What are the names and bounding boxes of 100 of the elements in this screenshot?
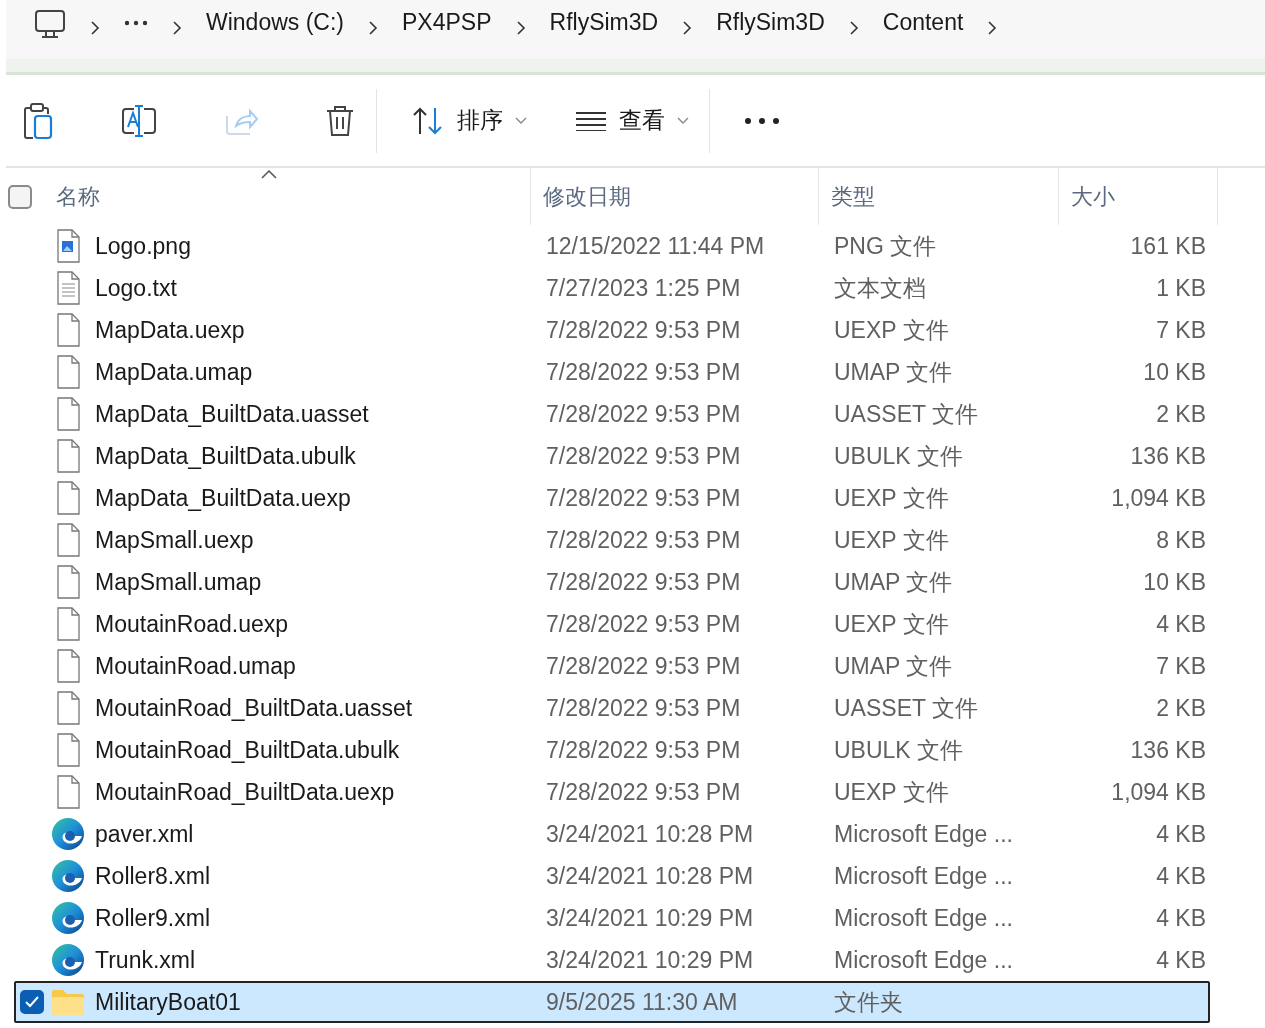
breadcrumb-item[interactable]: Windows (C:) (198, 6, 352, 40)
file-type: PNG 文件 (834, 231, 938, 261)
file-icon (55, 439, 81, 473)
file-name: MapSmall.umap (95, 567, 263, 597)
sort-arrows-icon (411, 105, 445, 136)
edge-icon (51, 943, 85, 977)
file-type: UEXP 文件 (834, 315, 950, 345)
file-name: MapData_BuiltData.uexp (95, 483, 352, 513)
checkmark-icon (25, 996, 39, 1008)
trash-icon (324, 103, 356, 138)
file-icon (55, 565, 81, 599)
modified-date: 7/28/2022 9:53 PM (546, 315, 742, 345)
modified-date: 3/24/2021 10:29 PM (546, 903, 755, 933)
file-row[interactable]: MoutainRoad.umap 7/28/2022 9:53 PM UMAP 文件 7 KB (14, 645, 1210, 687)
file-icon (55, 397, 81, 431)
file-size: 4 KB (1155, 861, 1207, 891)
folder-icon (51, 988, 85, 1016)
file-row[interactable]: MoutainRoad_BuiltData.uasset 7/28/2022 9:53 PM UASSET 文件 2 KB (14, 687, 1210, 729)
file-row[interactable]: MapSmall.umap 7/28/2022 9:53 PM UMAP 文件 10 KB (14, 561, 1210, 603)
edge-icon (51, 859, 85, 893)
file-size: 2 KB (1155, 399, 1207, 429)
file-size: 10 KB (1142, 567, 1207, 597)
file-type: 文本文档 (834, 273, 927, 303)
file-name: Logo.txt (95, 273, 178, 303)
file-name: Logo.png (95, 231, 192, 261)
file-row[interactable]: MoutainRoad_BuiltData.uexp 7/28/2022 9:53 PM UEXP 文件 1,094 KB (14, 771, 1210, 813)
file-row[interactable]: MapData_BuiltData.uexp 7/28/2022 9:53 PM UEXP 文件 1,094 KB (14, 477, 1210, 519)
breadcrumb-item[interactable]: RflySim3D (708, 6, 833, 40)
computer-icon[interactable] (34, 8, 66, 40)
file-row[interactable]: MilitaryBoat01 9/5/2025 11:30 AM 文件夹 (14, 981, 1210, 1023)
file-row[interactable]: Logo.png 12/15/2022 11:44 PM PNG 文件 161 KB (14, 225, 1210, 267)
file-row[interactable]: Roller8.xml 3/24/2021 10:28 PM Microsoft Edge ... 4 KB (14, 855, 1210, 897)
file-name: paver.xml (95, 819, 195, 849)
file-size: 4 KB (1155, 819, 1207, 849)
file-row[interactable]: MapData_BuiltData.uasset 7/28/2022 9:53 PM UASSET 文件 2 KB (14, 393, 1210, 435)
modified-date: 3/24/2021 10:28 PM (546, 819, 755, 849)
chevron-right-icon (848, 20, 859, 36)
file-icon (55, 775, 81, 809)
file-name: MilitaryBoat01 (95, 987, 242, 1017)
modified-date: 7/28/2022 9:53 PM (546, 609, 742, 639)
breadcrumb-item[interactable]: Content (874, 6, 972, 40)
clipboard-icon (22, 101, 54, 140)
file-type: UMAP 文件 (834, 567, 954, 597)
chevron-right-icon (515, 20, 526, 36)
file-icon (55, 649, 81, 683)
file-row[interactable]: MoutainRoad.uexp 7/28/2022 9:53 PM UEXP 文件 4 KB (14, 603, 1210, 645)
file-size: 1 KB (1155, 273, 1207, 303)
breadcrumb-item[interactable]: PX4PSP (394, 6, 500, 40)
modified-date: 7/28/2022 9:53 PM (546, 777, 742, 807)
file-size: 7 KB (1155, 315, 1207, 345)
file-type: Microsoft Edge ... (834, 903, 1014, 933)
file-type: UEXP 文件 (834, 525, 950, 555)
breadcrumb-item[interactable]: RflySim3D (541, 6, 667, 40)
file-icon (55, 313, 81, 347)
more-icon (744, 116, 780, 125)
file-row[interactable]: MapData_BuiltData.ubulk 7/28/2022 9:53 PM UBULK 文件 136 KB (14, 435, 1210, 477)
file-icon (55, 733, 81, 767)
chevron-right-icon (172, 20, 182, 36)
file-name: MapData_BuiltData.uasset (95, 399, 370, 429)
checkbox[interactable] (20, 990, 44, 1014)
column-header[interactable]: 类型 (818, 168, 1058, 225)
file-row[interactable]: Trunk.xml 3/24/2021 10:29 PM Microsoft Edge ... 4 KB (14, 939, 1210, 981)
file-name: MoutainRoad_BuiltData.uexp (95, 777, 396, 807)
file-row[interactable]: MapSmall.uexp 7/28/2022 9:53 PM UEXP 文件 8 KB (14, 519, 1210, 561)
file-row[interactable]: MapData.uexp 7/28/2022 9:53 PM UEXP 文件 7 KB (14, 309, 1210, 351)
file-size: 4 KB (1155, 609, 1207, 639)
column-header[interactable]: 修改日期 (530, 168, 818, 225)
file-size: 1,094 KB (1110, 483, 1207, 513)
chevron-down-icon (677, 116, 689, 125)
column-header[interactable]: 名称 (48, 168, 530, 225)
text-file-icon (55, 271, 81, 305)
file-name: MapData_BuiltData.ubulk (95, 441, 357, 471)
file-row[interactable]: Logo.txt 7/27/2023 1:25 PM 文本文档 1 KB (14, 267, 1210, 309)
file-type: UMAP 文件 (834, 651, 954, 681)
file-name: MapSmall.uexp (95, 525, 255, 555)
file-name: MapData.umap (95, 357, 254, 387)
file-row[interactable]: paver.xml 3/24/2021 10:28 PM Microsoft Edge ... 4 KB (14, 813, 1210, 855)
file-type: UEXP 文件 (834, 483, 950, 513)
file-row[interactable]: MapData.umap 7/28/2022 9:53 PM UMAP 文件 10 KB (14, 351, 1210, 393)
sort-button[interactable]: 排序 (407, 99, 531, 142)
file-name: MoutainRoad.uexp (95, 609, 290, 639)
file-size: 4 KB (1155, 945, 1207, 975)
view-button[interactable]: 查看 (571, 99, 693, 142)
file-icon (55, 691, 81, 725)
file-size: 1,094 KB (1110, 777, 1207, 807)
file-row[interactable]: MoutainRoad_BuiltData.ubulk 7/28/2022 9:53 PM UBULK 文件 136 KB (14, 729, 1210, 771)
chevron-right-icon (987, 20, 998, 36)
chevron-down-icon (515, 116, 527, 125)
file-row[interactable]: Roller9.xml 3/24/2021 10:29 PM Microsoft Edge ... 4 KB (14, 897, 1210, 939)
modified-date: 7/28/2022 9:53 PM (546, 441, 742, 471)
file-type: UASSET 文件 (834, 399, 979, 429)
column-header[interactable]: 大小 (1058, 168, 1218, 225)
chevron-right-icon (90, 20, 100, 36)
modified-date: 3/24/2021 10:28 PM (546, 861, 755, 891)
file-name: Roller8.xml (95, 861, 212, 891)
modified-date: 12/15/2022 11:44 PM (546, 231, 766, 261)
file-size: 2 KB (1155, 693, 1207, 723)
file-size: 136 KB (1129, 441, 1207, 471)
checkbox[interactable] (8, 184, 32, 209)
file-icon (55, 355, 81, 389)
